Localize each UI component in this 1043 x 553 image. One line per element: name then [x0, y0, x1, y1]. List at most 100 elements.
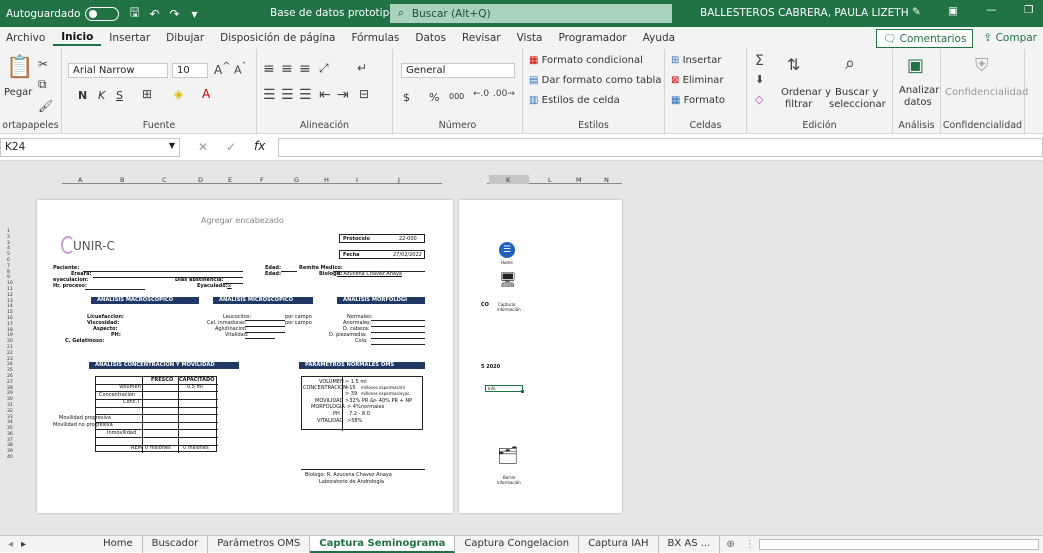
row-number[interactable]: 40 [7, 455, 13, 461]
ribbon-display-icon[interactable]: ▣ [948, 5, 958, 17]
cell-k24-value[interactable]: Info [488, 386, 496, 391]
align-middle-icon[interactable]: ≡ [281, 61, 293, 77]
paste-button[interactable]: Pegar [4, 87, 32, 98]
name-box[interactable]: K24 ▼ [0, 138, 180, 157]
tab-programador[interactable]: Programador [550, 32, 634, 44]
redo-icon[interactable]: ↷ [164, 7, 184, 21]
bold-button[interactable]: N [78, 89, 87, 102]
sort-filter-label2[interactable]: filtrar [785, 99, 812, 110]
function-icon[interactable]: fx [254, 139, 265, 153]
cancel-icon[interactable]: ✕ [198, 140, 208, 154]
sheet-tab-captura-congelacion[interactable]: Captura Congelacion [455, 535, 580, 553]
undo-icon[interactable]: ↶ [144, 7, 164, 21]
prev-sheet-icon[interactable]: ◂ [0, 539, 21, 550]
capture-info-icon[interactable]: 🖥 [499, 272, 517, 292]
col-header[interactable]: B [120, 176, 124, 184]
fill-color-icon[interactable]: ◈ [174, 87, 183, 101]
tab-splitter[interactable]: ⋮ [741, 539, 759, 550]
minimize-icon[interactable]: — [986, 4, 997, 16]
sensitivity-button[interactable]: Confidencialidad [945, 87, 1028, 98]
fill-icon[interactable]: ⬇ [755, 73, 764, 86]
row-number[interactable]: 31 [7, 403, 13, 409]
restore-icon[interactable]: ❐ [1024, 4, 1033, 16]
col-header[interactable]: F [260, 176, 264, 184]
sheet-area[interactable]: A B C D E F G H I J K L M N 1 2 3 4 5 6 7 8 9 10 1… [0, 161, 1043, 535]
sort-filter-icon[interactable]: ⇅ [787, 55, 800, 74]
number-format-select[interactable]: General [401, 63, 515, 78]
row-number[interactable]: 36 [7, 432, 13, 438]
italic-button[interactable]: K [98, 89, 105, 102]
font-name-select[interactable]: Arial Narrow [68, 63, 168, 78]
row-number[interactable]: 22 [7, 351, 13, 357]
tab-disposicion[interactable]: Disposición de página [212, 32, 343, 44]
sheet-tab-parametros[interactable]: Parámetros OMS [208, 535, 311, 553]
clear-icon[interactable]: ◇ [755, 93, 763, 106]
increase-font-icon[interactable]: A^ [214, 61, 231, 77]
font-size-select[interactable]: 10 [172, 63, 208, 78]
capture-label2[interactable]: información [497, 307, 521, 312]
find-select-label2[interactable]: seleccionar [829, 99, 886, 110]
analyze-data-label1[interactable]: Analizar [899, 85, 939, 96]
row-number[interactable]: 32 [7, 409, 13, 415]
analyze-data-icon[interactable]: ▣ [907, 55, 924, 76]
file-name[interactable]: Base de datos prototipo [270, 7, 396, 19]
row-number[interactable]: 12 [7, 293, 13, 299]
align-left-icon[interactable]: ☰ [263, 87, 276, 103]
col-header[interactable]: C [162, 176, 167, 184]
enter-icon[interactable]: ✓ [226, 140, 236, 154]
row-number[interactable]: 17 [7, 322, 13, 328]
align-bottom-icon[interactable]: ≡ [299, 61, 311, 77]
user-name[interactable]: BALLESTEROS CABRERA, PAULA LIZETH [700, 7, 909, 19]
row-number[interactable]: 21 [7, 345, 13, 351]
row-number[interactable]: 16 [7, 316, 13, 322]
copy-icon[interactable]: ⧉ [38, 77, 47, 92]
tab-dibujar[interactable]: Dibujar [158, 32, 212, 44]
formula-input[interactable] [278, 138, 1043, 157]
home-button-label[interactable]: Home [501, 260, 513, 265]
decrease-font-icon[interactable]: Aˇ [234, 61, 246, 77]
decrease-decimal-icon[interactable]: .00→ [493, 89, 515, 99]
col-header[interactable]: N [604, 176, 609, 184]
header-placeholder[interactable]: Agregar encabezado [201, 216, 284, 225]
search-box[interactable]: ⌕ Buscar (Alt+Q) [390, 4, 672, 23]
tab-formulas[interactable]: Fórmulas [343, 32, 407, 44]
sheet-tab-captura-seminograma[interactable]: Captura Seminograma [310, 535, 456, 553]
currency-button[interactable]: $ [403, 91, 410, 104]
paste-icon[interactable]: 📋 [6, 55, 33, 80]
col-header[interactable]: I [356, 176, 358, 184]
row-number[interactable]: 11 [7, 287, 13, 293]
tab-datos[interactable]: Datos [407, 32, 454, 44]
thousands-button[interactable]: 000 [449, 92, 464, 101]
underline-button[interactable]: S [116, 89, 123, 102]
delete-label2[interactable]: información [497, 480, 521, 485]
row-number[interactable]: 27 [7, 380, 13, 386]
autosave-toggle[interactable] [85, 6, 120, 21]
tab-insertar[interactable]: Insertar [101, 32, 158, 44]
fill-handle[interactable] [521, 390, 524, 393]
col-header[interactable]: K [506, 176, 510, 184]
align-right-icon[interactable]: ☰ [299, 87, 312, 103]
sort-filter-label1[interactable]: Ordenar y [781, 87, 831, 98]
percent-button[interactable]: % [429, 91, 439, 104]
merge-center-icon[interactable]: ⊟ [359, 87, 369, 101]
col-header[interactable]: D [198, 176, 203, 184]
horizontal-scrollbar[interactable] [758, 538, 1039, 550]
sensitivity-icon[interactable]: ⛨ [975, 55, 989, 76]
tab-revisar[interactable]: Revisar [454, 32, 509, 44]
col-header[interactable]: A [78, 176, 82, 184]
analyze-data-label2[interactable]: datos [904, 97, 932, 108]
col-header[interactable]: M [576, 176, 582, 184]
autosum-icon[interactable]: Σ [755, 53, 764, 69]
sheet-tab-captura-iah[interactable]: Captura IAH [579, 535, 659, 553]
home-list-icon[interactable]: ☰ [499, 242, 515, 258]
col-header[interactable]: L [548, 176, 552, 184]
sheet-tab-home[interactable]: Home [94, 535, 143, 553]
comments-button[interactable]: 🗨 Comentarios [875, 28, 974, 48]
align-top-icon[interactable]: ≡ [263, 61, 275, 77]
pen-icon[interactable]: ✎ [912, 6, 921, 18]
wrap-text-icon[interactable]: ↵ [357, 61, 367, 75]
increase-decimal-icon[interactable]: ←.0 [473, 89, 489, 99]
find-select-label1[interactable]: Buscar y [835, 87, 878, 98]
conditional-format-button[interactable]: ▦ Formato condicional [529, 55, 643, 66]
row-number[interactable]: 26 [7, 374, 13, 380]
